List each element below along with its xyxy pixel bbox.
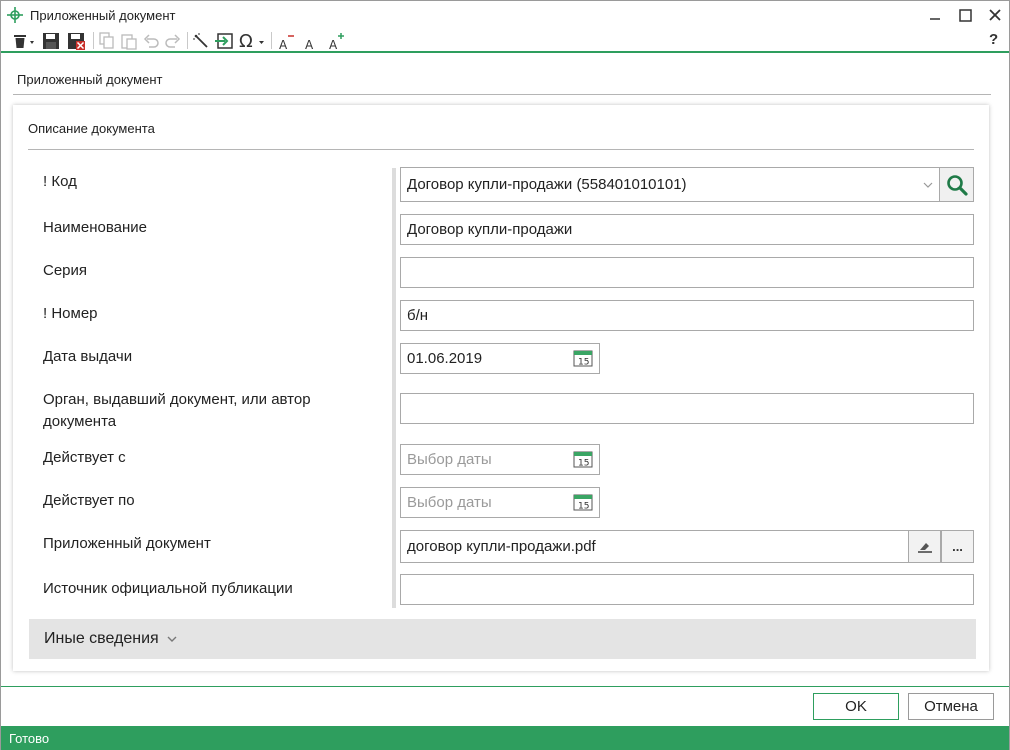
copy-button[interactable]: [97, 30, 117, 51]
valid-from-field[interactable]: Выбор даты 15: [400, 444, 600, 475]
insert-icon: [215, 32, 233, 49]
maximize-icon: [958, 8, 972, 22]
cancel-button[interactable]: Отмена: [908, 693, 994, 720]
code-label: ! Код: [43, 173, 77, 190]
search-icon: [946, 174, 968, 196]
paste-icon: [121, 33, 137, 50]
issuer-field[interactable]: [400, 393, 974, 424]
number-field[interactable]: б/н: [400, 300, 974, 331]
chevron-down-icon: [167, 636, 177, 642]
font-increase-icon: A: [329, 32, 344, 50]
dialog-window: Приложенный документ Ω A A A ? Приложенн…: [0, 0, 1010, 750]
wand-button[interactable]: [191, 30, 211, 51]
attached-label: Приложенный документ: [43, 535, 211, 552]
save-button[interactable]: [40, 30, 62, 51]
browse-file-button[interactable]: ...: [941, 530, 974, 563]
page-title: Приложенный документ: [17, 72, 163, 87]
code-combobox[interactable]: Договор купли-продажи (558401010101): [400, 167, 940, 202]
attached-file-value: договор купли-продажи.pdf: [407, 538, 596, 555]
name-field[interactable]: Договор купли-продажи: [400, 214, 974, 245]
help-button[interactable]: ?: [989, 31, 998, 48]
calendar-day-text: 15: [578, 502, 589, 512]
series-field[interactable]: [400, 257, 974, 288]
issue-date-value: 01.06.2019: [407, 350, 483, 367]
card-title-divider: [28, 149, 974, 150]
status-bar: Готово: [1, 726, 1009, 750]
code-search-button[interactable]: [939, 167, 974, 202]
font-reset-button[interactable]: A: [301, 30, 321, 51]
eraser-icon: [917, 542, 932, 553]
valid-from-label: Действует с: [43, 449, 126, 466]
name-value: Договор купли-продажи: [407, 221, 573, 238]
font-decrease-icon: A: [279, 34, 294, 50]
code-value: Договор купли-продажи (558401010101): [407, 176, 687, 193]
other-info-expander[interactable]: Иные сведения: [29, 619, 976, 659]
close-icon: [989, 9, 1001, 21]
issue-date-label: Дата выдачи: [43, 348, 133, 365]
insert-button[interactable]: [213, 30, 235, 51]
series-label: Серия: [43, 262, 88, 279]
toolbar: Ω A A A ?: [1, 29, 1009, 53]
attached-file-field[interactable]: договор купли-продажи.pdf: [400, 530, 909, 563]
label-column-splitter[interactable]: [392, 168, 396, 608]
calendar-icon[interactable]: 15: [573, 493, 593, 511]
issue-date-field[interactable]: 01.06.2019 15: [400, 343, 600, 374]
maximize-button[interactable]: [953, 5, 977, 25]
name-label: Наименование: [43, 219, 147, 236]
calendar-day-text: 15: [578, 358, 589, 368]
clear-file-button[interactable]: [908, 530, 941, 563]
footer-divider: [1, 686, 1009, 687]
paste-button[interactable]: [119, 30, 139, 51]
title-bar: Приложенный документ: [1, 1, 1009, 29]
source-label: Источник официальной публикации: [43, 580, 293, 597]
valid-to-placeholder: Выбор даты: [407, 494, 492, 511]
svg-text:A: A: [305, 38, 314, 50]
calendar-icon[interactable]: 15: [573, 450, 593, 468]
toolbar-separator: [93, 32, 94, 49]
save-close-icon: [68, 32, 85, 50]
svg-text:Ω: Ω: [239, 32, 253, 50]
valid-to-field[interactable]: Выбор даты 15: [400, 487, 600, 518]
redo-button[interactable]: [163, 30, 183, 51]
card-title: Описание документа: [28, 121, 155, 136]
svg-text:A: A: [279, 38, 288, 50]
undo-button[interactable]: [141, 30, 161, 51]
chevron-down-icon: [923, 182, 933, 188]
delete-button[interactable]: [11, 30, 37, 51]
save-close-button[interactable]: [65, 30, 87, 51]
toolbar-separator: [271, 32, 272, 49]
special-char-button[interactable]: Ω: [238, 30, 266, 51]
window-title: Приложенный документ: [30, 8, 176, 23]
save-icon: [43, 32, 59, 49]
minimize-icon: [930, 18, 940, 20]
delete-icon: [14, 34, 34, 48]
valid-from-placeholder: Выбор даты: [407, 451, 492, 468]
source-field[interactable]: [400, 574, 974, 605]
omega-icon: Ω: [239, 32, 264, 50]
header-divider: [13, 94, 991, 95]
issuer-label: Орган, выдавший документ, или автор доку…: [43, 391, 311, 430]
toolbar-separator: [187, 32, 188, 49]
number-value: б/н: [407, 307, 429, 324]
calendar-day-text: 15: [578, 459, 589, 469]
calendar-icon[interactable]: 15: [573, 349, 593, 367]
copy-icon: [99, 31, 114, 49]
font-reset-icon: A: [305, 38, 314, 50]
document-description-card: Описание документа ! Код Договор купли-п…: [13, 105, 989, 671]
font-decrease-button[interactable]: A: [277, 30, 297, 51]
wand-icon: [193, 32, 208, 48]
close-button[interactable]: [983, 5, 1007, 25]
font-increase-button[interactable]: A: [327, 30, 349, 51]
number-label: ! Номер: [43, 305, 98, 322]
svg-text:A: A: [329, 38, 338, 50]
other-info-label: Иные сведения: [44, 630, 159, 647]
status-text: Готово: [9, 730, 50, 746]
redo-icon: [165, 33, 181, 48]
valid-to-label: Действует по: [43, 492, 135, 509]
app-logo-icon: [7, 7, 23, 23]
ok-button[interactable]: OK: [813, 693, 899, 720]
minimize-button[interactable]: [923, 5, 947, 25]
undo-icon: [143, 33, 159, 48]
